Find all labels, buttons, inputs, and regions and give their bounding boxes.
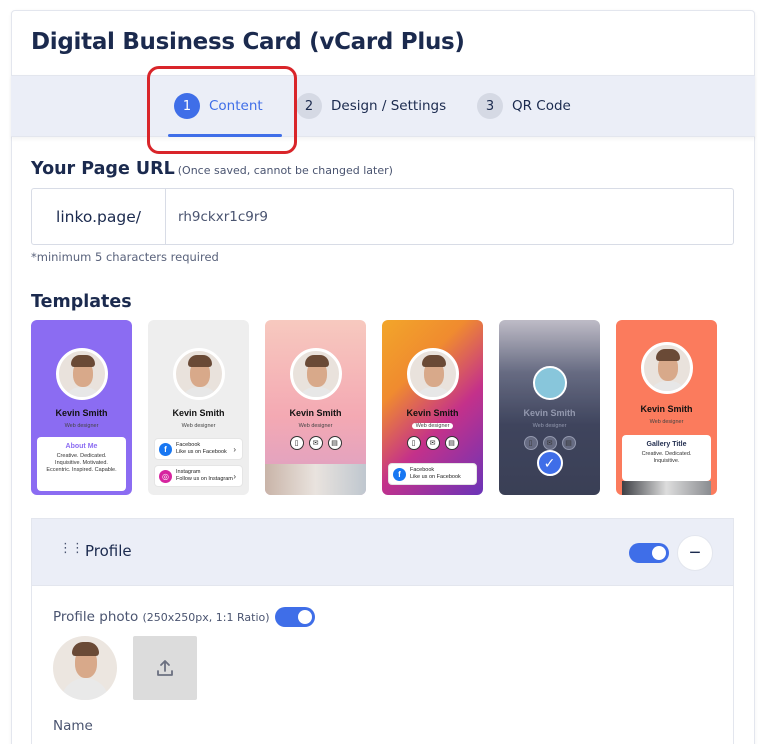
instagram-icon: ◎	[159, 469, 172, 483]
upload-photo-button[interactable]	[133, 636, 197, 700]
template-card[interactable]: Kevin Smith Web designer Gallery Title C…	[616, 320, 717, 495]
contact-icons: ▯ ✉ ▤	[382, 436, 483, 450]
template-role: Web designer	[298, 423, 333, 429]
page-title: Digital Business Card (vCard Plus)	[31, 29, 465, 55]
template-role: Web designer	[412, 423, 453, 429]
avatar	[172, 348, 225, 400]
template-name: Kevin Smith	[406, 408, 459, 418]
template-card[interactable]: Kevin Smith Web designer ▯ ✉ ▤	[265, 320, 366, 495]
check-icon: ✓	[536, 450, 563, 476]
url-field-group: linko.page/	[31, 188, 734, 245]
phone-icon: ▯	[406, 436, 421, 450]
step-bar: 1 Content 2 Design / Settings 3 QR Code	[11, 75, 755, 137]
template-card-selected[interactable]: Kevin Smith Web designer ▯ ✉ ▤ ✓	[499, 320, 600, 495]
url-title-text: Your Page URL	[31, 159, 175, 179]
chevron-right-icon: ›	[233, 471, 236, 481]
avatar	[289, 348, 342, 400]
row-title: Facebook	[176, 442, 201, 449]
step-number: 2	[296, 93, 322, 119]
facebook-row: f Facebook Like us on Facebook ›	[154, 438, 243, 460]
row-subtitle: Like us on Facebook	[176, 449, 227, 455]
tab-qr-code[interactable]: 3 QR Code	[477, 76, 571, 136]
template-role: Web designer	[64, 423, 99, 429]
chevron-right-icon: ›	[233, 444, 236, 454]
highlight-annotation	[147, 66, 297, 154]
row-title: Facebook	[410, 467, 435, 474]
panel-title: Gallery Title	[646, 441, 687, 448]
step-label: Design / Settings	[331, 98, 447, 114]
template-name: Kevin Smith	[172, 408, 225, 418]
avatar	[406, 348, 459, 400]
template-card[interactable]: Kevin Smith Web designer ▯ ✉ ▤ f Faceboo…	[382, 320, 483, 495]
about-panel: About Me Creative. Dedicated. Inquisitiv…	[37, 437, 126, 491]
facebook-row: f Facebook Like us on Facebook	[388, 463, 477, 485]
template-role: Web designer	[649, 419, 684, 425]
template-name: Kevin Smith	[289, 408, 342, 418]
upload-icon	[157, 660, 173, 676]
url-hint: *minimum 5 characters required	[31, 250, 219, 264]
drag-handle-icon[interactable]: ⋮⋮	[59, 541, 84, 554]
row-subtitle: Follow us on Instagram	[176, 476, 233, 482]
page-url-input[interactable]	[166, 189, 733, 244]
profile-photo-label: Profile photo (250x250px, 1:1 Ratio)	[53, 609, 270, 625]
phone-icon: ▯	[289, 436, 304, 450]
profile-photo-toggle[interactable]	[275, 607, 315, 627]
profile-title: Profile	[85, 542, 132, 560]
row-subtitle: Like us on Facebook	[410, 474, 461, 480]
gallery-panel: Gallery Title Creative. Dedicated. Inqui…	[622, 435, 711, 481]
template-role: Web designer	[181, 423, 216, 429]
chat-icon: ▤	[444, 436, 459, 450]
step-label: QR Code	[512, 98, 571, 114]
profile-toggle[interactable]	[629, 543, 669, 563]
mail-icon: ✉	[425, 436, 440, 450]
profile-photo-avatar	[53, 636, 117, 700]
minus-icon: −	[689, 541, 701, 564]
url-note: (Once saved, cannot be changed later)	[177, 164, 393, 177]
instagram-row: ◎ Instagram Follow us on Instagram ›	[154, 465, 243, 487]
facebook-icon: f	[393, 467, 406, 481]
chat-icon: ▤	[327, 436, 342, 450]
contact-icons: ▯ ✉ ▤	[265, 436, 366, 450]
url-prefix: linko.page/	[32, 189, 166, 244]
templates-title: Templates	[31, 292, 132, 312]
template-card[interactable]: Kevin Smith Web designer f Facebook Like …	[148, 320, 249, 495]
facebook-icon: f	[159, 442, 172, 456]
mail-icon: ✉	[308, 436, 323, 450]
template-card[interactable]: Kevin Smith Web designer About Me Creati…	[31, 320, 132, 495]
row-title: Instagram	[176, 469, 201, 476]
url-section-title: Your Page URL (Once saved, cannot be chan…	[31, 159, 393, 179]
name-label: Name	[53, 718, 93, 734]
panel-text: Creative. Dedicated. Inquisitive.	[641, 451, 692, 465]
avatar	[55, 348, 108, 400]
photo-label-text: Profile photo	[53, 609, 139, 625]
photo-note: (250x250px, 1:1 Ratio)	[142, 611, 270, 624]
template-gallery: Kevin Smith Web designer About Me Creati…	[31, 320, 731, 495]
gallery-strip	[622, 481, 711, 495]
step-number: 3	[477, 93, 503, 119]
avatar	[640, 342, 693, 394]
gallery-strip	[265, 464, 366, 495]
panel-text: Creative. Dedicated. Inquisitive. Motiva…	[46, 453, 117, 474]
collapse-button[interactable]: −	[677, 535, 713, 571]
tab-design-settings[interactable]: 2 Design / Settings	[296, 76, 446, 136]
panel-title: About Me	[65, 443, 98, 450]
template-name: Kevin Smith	[55, 408, 108, 418]
template-name: Kevin Smith	[640, 404, 693, 414]
